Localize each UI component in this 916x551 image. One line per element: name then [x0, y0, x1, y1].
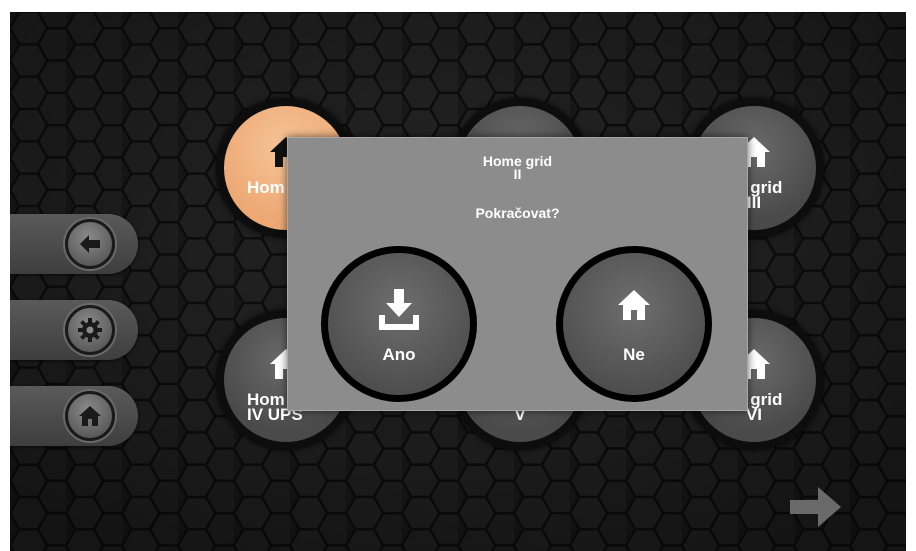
- settings-button[interactable]: [65, 305, 115, 355]
- next-page-arrow-icon[interactable]: [788, 484, 844, 530]
- yes-button[interactable]: Ano: [321, 246, 477, 402]
- back-button[interactable]: [65, 219, 115, 269]
- no-label: Ne: [623, 345, 645, 364]
- home-icon: [79, 406, 101, 426]
- dialog-title-line2: II: [513, 166, 522, 182]
- confirm-dialog: Home grid II Pokračovat? Ano Ne: [287, 137, 748, 411]
- home-icon: [618, 290, 650, 320]
- hmi-screen: Hom ne grid III Hom IV UPS V ne grid VI Hom…: [10, 12, 906, 551]
- tile-label-line2: III: [746, 193, 762, 212]
- dialog-question: Pokračovat?: [475, 205, 560, 221]
- yes-label: Ano: [382, 345, 416, 364]
- download-icon: [379, 289, 419, 330]
- no-button[interactable]: Ne: [556, 246, 712, 402]
- dialog-title: Home grid II: [288, 154, 747, 182]
- home-button[interactable]: [65, 391, 115, 441]
- gear-icon: [78, 318, 102, 342]
- tile-label-line2: VI: [745, 405, 763, 424]
- arrow-left-icon: [80, 235, 100, 253]
